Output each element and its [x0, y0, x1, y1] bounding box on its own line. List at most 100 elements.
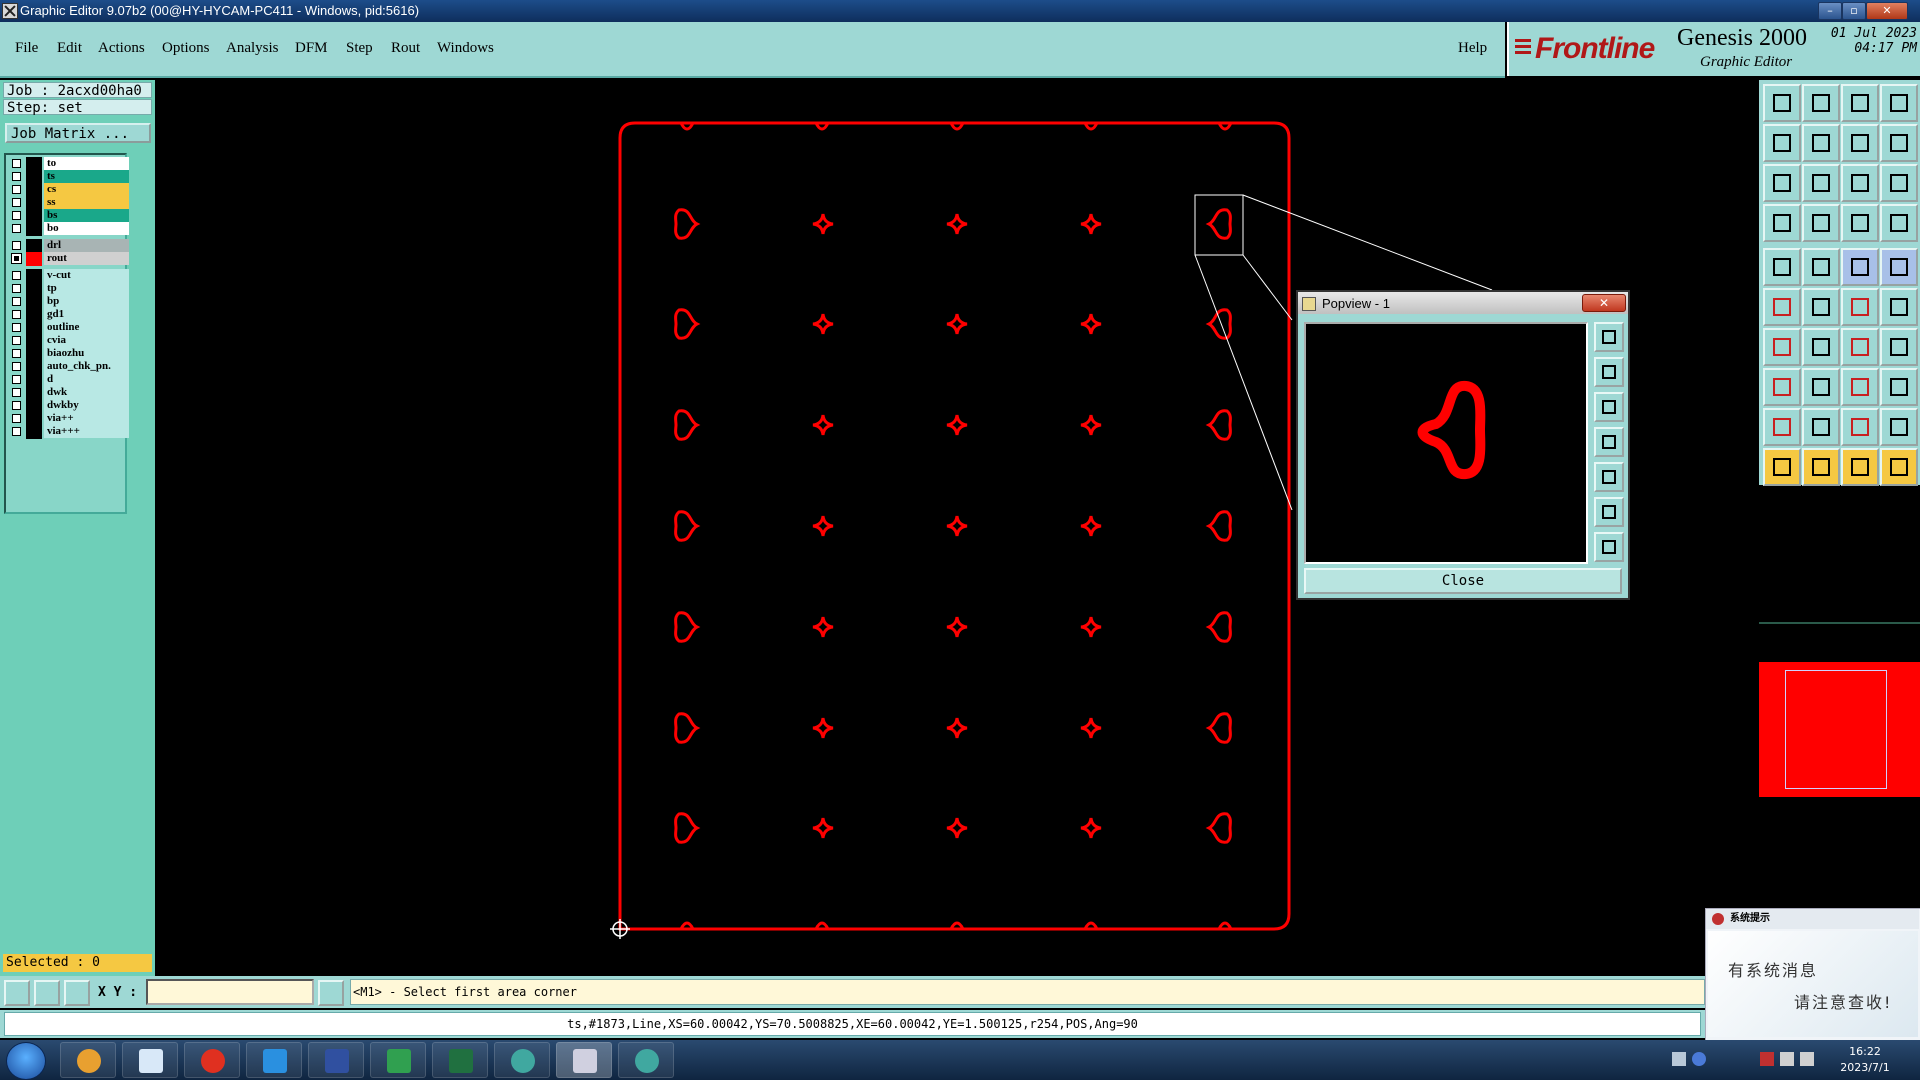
toolbar-dash-button[interactable]	[1802, 368, 1840, 406]
toolbar-cross-button[interactable]	[1802, 288, 1840, 326]
layer-checkbox[interactable]	[12, 198, 21, 207]
layer-checkbox[interactable]	[12, 388, 21, 397]
layer-name[interactable]: bp	[44, 295, 129, 308]
layer-row-bs[interactable]: bs	[8, 209, 129, 223]
popview-pan-up-button[interactable]	[1594, 357, 1624, 387]
popview-viewport[interactable]	[1304, 322, 1588, 564]
layer-name[interactable]: gd1	[44, 308, 129, 321]
layer-name[interactable]: biaozhu	[44, 347, 129, 360]
layer-name[interactable]: cvia	[44, 334, 129, 347]
minimize-button[interactable]: –	[1818, 2, 1842, 20]
toolbar-home-button[interactable]	[1841, 84, 1879, 122]
taskbar-app-save[interactable]	[308, 1042, 364, 1078]
layer-color-swatch[interactable]	[26, 399, 42, 413]
close-window-button[interactable]: ✕	[1866, 2, 1908, 20]
popview-zoom-in-button[interactable]	[1594, 497, 1624, 527]
taskbar-app-genesis[interactable]	[556, 1042, 612, 1078]
toolbar-layer-color-button[interactable]	[1841, 204, 1879, 242]
layer-row-biaozhu[interactable]: biaozhu	[8, 347, 129, 361]
toolbar-down-button[interactable]	[1802, 84, 1840, 122]
layer-row-d[interactable]: d	[8, 373, 129, 387]
menu-rout[interactable]: Rout	[391, 40, 420, 57]
toolbar-tri-b-button[interactable]	[1841, 408, 1879, 446]
layer-color-swatch[interactable]	[26, 347, 42, 361]
layer-color-swatch[interactable]	[26, 269, 42, 283]
toolbar-display-button[interactable]	[1763, 204, 1801, 242]
layer-row-ts[interactable]: ts	[8, 170, 129, 184]
layer-checkbox[interactable]	[12, 323, 21, 332]
cursor-mode-button[interactable]	[318, 980, 344, 1006]
menu-options[interactable]: Options	[162, 40, 210, 57]
layer-row-gd1[interactable]: gd1	[8, 308, 129, 322]
toolbar-pointer-box-button[interactable]	[1841, 448, 1879, 486]
layer-name[interactable]: via++	[44, 412, 129, 425]
toolbar-right-button[interactable]	[1802, 124, 1840, 162]
popview-pan-left-button[interactable]	[1594, 427, 1624, 457]
taskbar-app-eye2[interactable]	[618, 1042, 674, 1078]
layer-row-dwkby[interactable]: dwkby	[8, 399, 129, 413]
start-button[interactable]	[6, 1042, 46, 1080]
layer-checkbox[interactable]	[12, 349, 21, 358]
layer-name[interactable]: cs	[44, 183, 129, 196]
layer-color-swatch[interactable]	[26, 282, 42, 296]
toolbar-tee-button[interactable]	[1880, 328, 1918, 366]
layer-color-swatch[interactable]	[26, 425, 42, 439]
step-overview[interactable]	[1759, 662, 1920, 797]
tray-help-icon[interactable]	[1692, 1052, 1706, 1066]
toolbar-connect-button[interactable]	[1841, 288, 1879, 326]
toolbar-ratio-button[interactable]	[1841, 164, 1879, 202]
layer-checkbox[interactable]	[12, 185, 21, 194]
layer-row-tp[interactable]: tp	[8, 282, 129, 296]
layer-checkbox[interactable]	[11, 253, 22, 264]
layer-checkbox[interactable]	[12, 172, 21, 181]
layer-color-swatch[interactable]	[26, 183, 42, 197]
toolbar-help-button[interactable]	[1880, 164, 1918, 202]
layer-color-swatch[interactable]	[26, 321, 42, 335]
taskbar-app-green[interactable]	[370, 1042, 426, 1078]
job-matrix-button[interactable]: Job Matrix ...	[5, 123, 151, 143]
toolbar-slash-button[interactable]	[1802, 328, 1840, 366]
layer-checkbox[interactable]	[12, 271, 21, 280]
popview-close-x-button[interactable]: ✕	[1582, 294, 1626, 312]
toolbar-puzzle-button[interactable]	[1880, 368, 1918, 406]
popview-zoom-window-button[interactable]	[1594, 322, 1624, 352]
layer-row-outline[interactable]: outline	[8, 321, 129, 335]
tray-network-icon[interactable]	[1800, 1052, 1814, 1066]
popview-pan-down-button[interactable]	[1594, 392, 1624, 422]
toolbar-arc-button[interactable]	[1841, 328, 1879, 366]
layer-checkbox[interactable]	[12, 401, 21, 410]
layer-color-swatch[interactable]	[26, 308, 42, 322]
layer-color-swatch[interactable]	[26, 334, 42, 348]
layer-checkbox[interactable]	[12, 375, 21, 384]
layer-row-to[interactable]: to	[8, 157, 129, 171]
layer-name[interactable]: via+++	[44, 425, 129, 438]
measure-tool-button[interactable]	[4, 980, 30, 1006]
toolbar-frame-button[interactable]	[1880, 84, 1918, 122]
toolbar-pointer-hl-button[interactable]	[1802, 448, 1840, 486]
layer-row-drl[interactable]: drl	[8, 239, 129, 253]
layer-name[interactable]: v-cut	[44, 269, 129, 282]
layer-name[interactable]: auto_chk_pn.	[44, 360, 129, 373]
toolbar-point-button[interactable]	[1880, 248, 1918, 286]
toolbar-line-button[interactable]	[1763, 328, 1801, 366]
taskbar-app-arrow[interactable]	[246, 1042, 302, 1078]
layer-color-swatch[interactable]	[26, 239, 42, 253]
layer-checkbox[interactable]	[12, 297, 21, 306]
layer-color-swatch[interactable]	[26, 386, 42, 400]
snap-tool-button[interactable]	[34, 980, 60, 1006]
layer-color-swatch[interactable]	[26, 360, 42, 374]
layer-color-swatch[interactable]	[26, 196, 42, 210]
layer-color-swatch[interactable]	[26, 412, 42, 426]
layer-row-via-[interactable]: via++	[8, 412, 129, 426]
taskbar-app-eye[interactable]	[494, 1042, 550, 1078]
layer-color-swatch[interactable]	[26, 157, 42, 171]
layer-row-rout[interactable]: rout	[8, 252, 129, 266]
layer-name[interactable]: outline	[44, 321, 129, 334]
taskbar-app-red[interactable]	[184, 1042, 240, 1078]
layer-row-v-cut[interactable]: v-cut	[8, 269, 129, 283]
layer-name[interactable]: d	[44, 373, 129, 386]
layer-color-swatch[interactable]	[26, 209, 42, 223]
layer-name[interactable]: dwkby	[44, 399, 129, 412]
toolbar-spacer-button[interactable]	[1841, 368, 1879, 406]
menu-edit[interactable]: Edit	[57, 40, 82, 57]
